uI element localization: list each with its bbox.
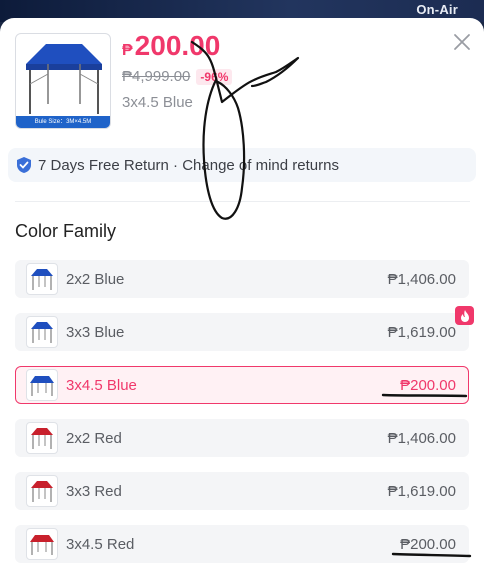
discount-badge: -96%: [196, 68, 233, 85]
blue-canopy-icon: [26, 263, 58, 295]
on-air-badge: On-Air: [416, 2, 458, 17]
divider: [15, 201, 470, 202]
return-policy-text: 7 Days Free Return · Change of mind retu…: [38, 156, 339, 174]
option-price: ₱1,406.00: [387, 270, 456, 288]
variant-selection-sheet: Bule Size：3M×4.5M ₱ 200.00 ₱4,999.00 -96…: [0, 18, 484, 573]
thumbnail-caption: Bule Size：3M×4.5M: [16, 116, 110, 128]
shield-check-icon: [17, 157, 31, 173]
currency-symbol: ₱: [122, 42, 133, 59]
hot-flame-badge: [455, 306, 474, 325]
option-label: 3x3 Blue: [66, 323, 125, 341]
flame-icon: [460, 309, 469, 322]
close-icon[interactable]: [452, 32, 472, 52]
return-policy-banner[interactable]: 7 Days Free Return · Change of mind retu…: [8, 148, 476, 182]
option-3x3-red[interactable]: 3x3 Red ₱1,619.00: [15, 472, 469, 510]
option-2x2-blue[interactable]: 2x2 Blue ₱1,406.00: [15, 260, 469, 298]
option-label: 2x2 Red: [66, 429, 122, 447]
option-price: ₱200.00: [400, 376, 456, 394]
option-price: ₱1,619.00: [387, 323, 456, 341]
option-2x2-red[interactable]: 2x2 Red ₱1,406.00: [15, 419, 469, 457]
option-price: ₱200.00: [400, 535, 456, 553]
option-price: ₱1,406.00: [387, 429, 456, 447]
option-label: 2x2 Blue: [66, 270, 125, 288]
option-label: 3x3 Red: [66, 482, 122, 500]
option-price: ₱1,619.00: [387, 482, 456, 500]
blue-canopy-icon: [26, 316, 58, 348]
product-thumbnail[interactable]: Bule Size：3M×4.5M: [15, 33, 111, 129]
red-canopy-icon: [26, 422, 58, 454]
option-3x3-blue[interactable]: 3x3 Blue ₱1,619.00: [15, 313, 469, 351]
original-price: ₱4,999.00: [122, 68, 191, 85]
blue-canopy-image: [26, 44, 102, 114]
red-canopy-icon: [26, 528, 58, 560]
selected-variant-label: 3x4.5 Blue: [122, 94, 193, 111]
color-family-title: Color Family: [15, 221, 117, 241]
blue-canopy-icon: [26, 369, 58, 401]
option-label: 3x4.5 Red: [66, 535, 135, 553]
current-price: ₱ 200.00: [122, 30, 220, 62]
original-price-row: ₱4,999.00 -96%: [122, 68, 233, 85]
option-3x4.5-blue[interactable]: 3x4.5 Blue ₱200.00: [15, 366, 469, 404]
price-value: 200.00: [134, 30, 221, 61]
option-3x4.5-red[interactable]: 3x4.5 Red ₱200.00: [15, 525, 469, 563]
option-label: 3x4.5 Blue: [66, 376, 137, 394]
red-canopy-icon: [26, 475, 58, 507]
